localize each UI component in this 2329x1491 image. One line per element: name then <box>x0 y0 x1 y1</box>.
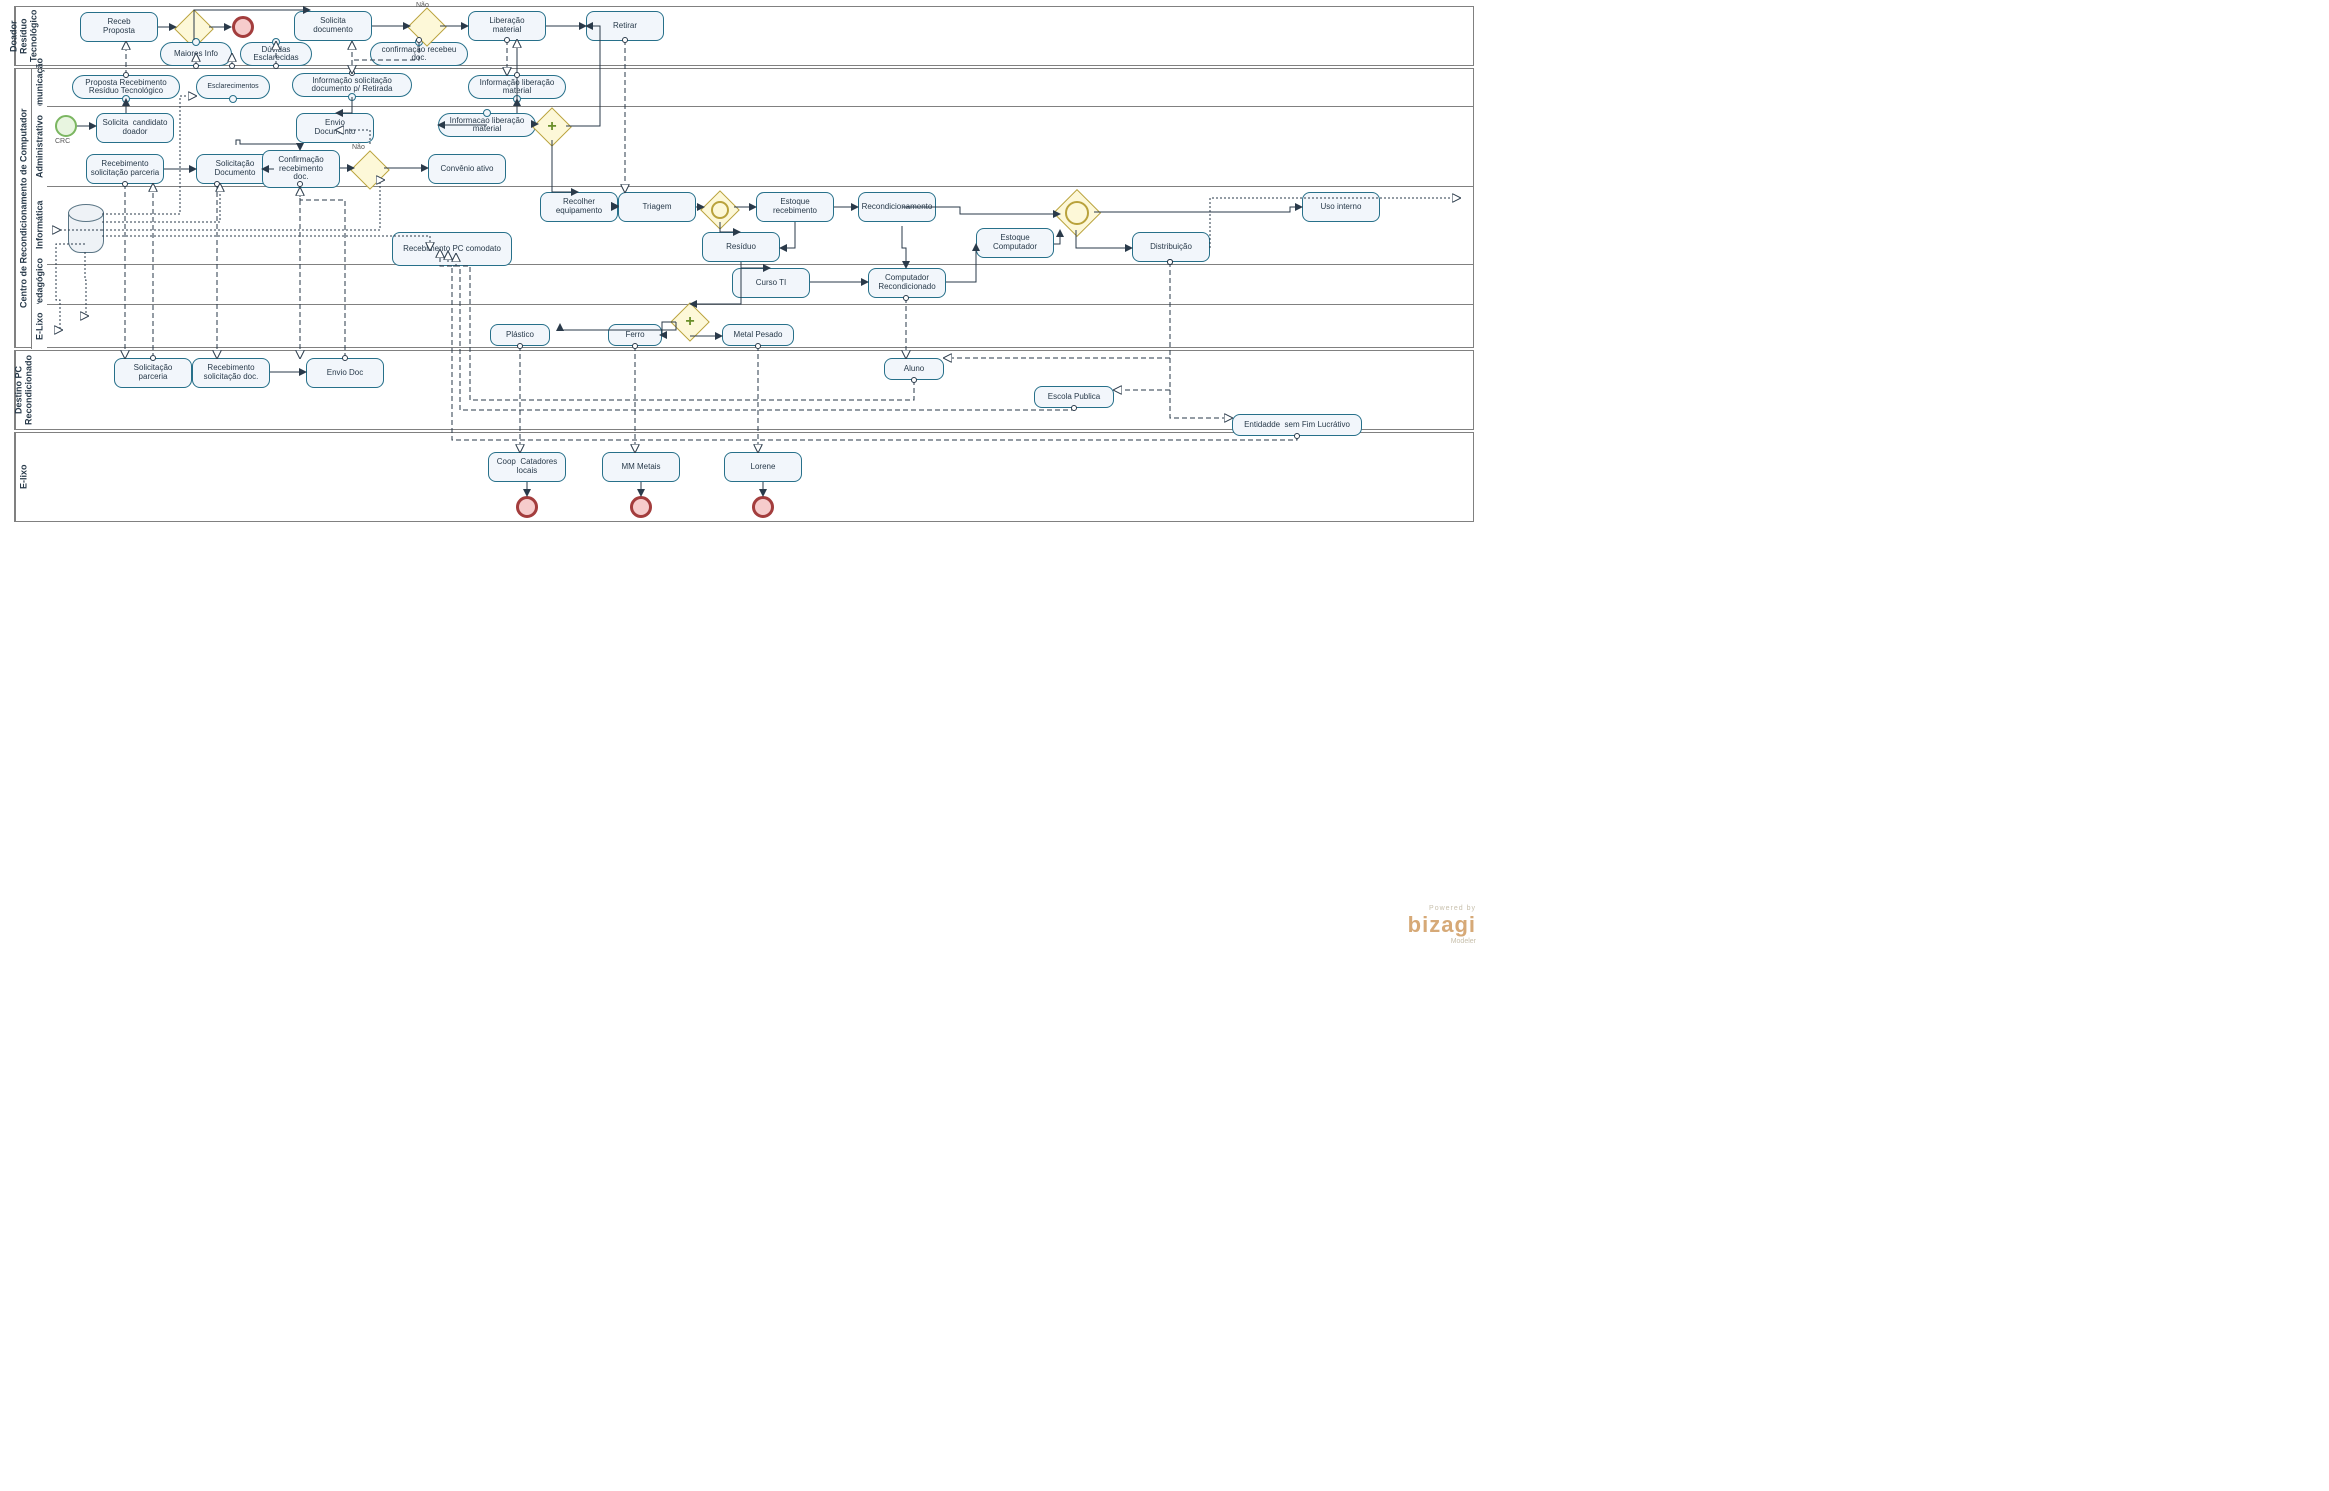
task-comp-recond: Computador Recondicionado <box>868 268 946 298</box>
msg-duvidas: Dúvidas Esclarecidas <box>240 42 312 66</box>
task-solicita-candidato: Solicita candidato doador <box>96 113 174 143</box>
label-nao-top: Não <box>416 2 429 9</box>
lane-elixo-title: E-Lixo <box>31 304 47 349</box>
watermark-brand: bizagi <box>1408 912 1476 938</box>
task-metal-pesado: Metal Pesado <box>722 324 794 346</box>
lane-sep <box>47 106 1473 107</box>
lane-sep <box>47 264 1473 265</box>
event-end-coop <box>516 496 538 518</box>
msg-info-lib-mat: Informação liberação material <box>468 75 566 99</box>
pool-crc: Centro de Recondicionamento de Computado… <box>14 68 1474 348</box>
task-coop: Coop Catadores locais <box>488 452 566 482</box>
task-uso-interno: Uso interno <box>1302 192 1380 222</box>
task-aluno: Aluno <box>884 358 944 380</box>
task-receb-proposta: Receb Proposta <box>80 12 158 42</box>
msg-conf-receb-top: confirmação recebeu doc. <box>370 42 468 66</box>
event-end-1 <box>232 16 254 38</box>
label-crc: CRC <box>55 138 70 145</box>
event-end-mm <box>630 496 652 518</box>
pool-doador-title: Doador Resíduo Tecnológico <box>15 7 31 65</box>
task-residuo: Resíduo <box>702 232 780 262</box>
task-receb-pc-comodato: Recebimento PC comodato <box>392 232 512 266</box>
task-receb-solic-parceria: Recebimento solicitação parceria <box>86 154 164 184</box>
task-envio-doc2: Envio Doc <box>306 358 384 388</box>
task-triagem: Triagem <box>618 192 696 222</box>
task-retirar: Retirar <box>586 11 664 41</box>
watermark: Powered by bizagi Modeler <box>1408 905 1476 945</box>
task-conf-receb-doc: Confirmação recebimento doc. <box>262 150 340 188</box>
msg-info-lib-mat2: Informacao liberação material <box>438 113 536 137</box>
task-estoque-comp: Estoque Computador <box>976 228 1054 258</box>
task-receb-sol-doc: Recebimento solicitação doc. <box>192 358 270 388</box>
bpmn-diagram-canvas: Doador Resíduo Tecnológico Centro de Rec… <box>0 0 1488 953</box>
task-envio-doc: Envio Documento <box>296 113 374 143</box>
watermark-sub: Modeler <box>1408 938 1476 945</box>
task-plastico: Plástico <box>490 324 550 346</box>
pool-destino-title: Destino PC Recondicionado <box>15 351 31 429</box>
task-lib-material: Liberação material <box>468 11 546 41</box>
pool-elixo2-title: E-lixo <box>15 433 31 521</box>
event-end-lorene <box>752 496 774 518</box>
watermark-poweredby: Powered by <box>1408 905 1476 912</box>
label-nao-mid: Não <box>352 144 365 151</box>
msg-esclarecimentos: Esclarecimentos <box>196 75 270 99</box>
task-recond: Recondicionamento <box>858 192 936 222</box>
lane-informatica-title: Informática <box>31 186 47 264</box>
task-mm-metais: MM Metais <box>602 452 680 482</box>
lane-administrativo-title: Administrativo <box>31 106 47 186</box>
lane-sep <box>47 304 1473 305</box>
msg-maiores-info: Maiores Info <box>160 42 232 66</box>
lane-pedagogico-title: Pedagógico <box>31 264 47 304</box>
task-curso-ti: Curso TI <box>732 268 810 298</box>
task-recolher: Recolher equipamento <box>540 192 618 222</box>
task-sol-parceria: Solicitação parceria <box>114 358 192 388</box>
msg-info-solic-doc: Informação solicitação documento p/ Reti… <box>292 73 412 97</box>
task-solicita-doc-top: Solicita documento <box>294 11 372 41</box>
pool-crc-title: Centro de Recondicionamento de Computado… <box>15 69 31 347</box>
lane-comunicacao-title: Comunicação <box>31 69 47 106</box>
task-ferro: Ferro <box>608 324 662 346</box>
task-escola: Escola Publica <box>1034 386 1114 408</box>
task-distrib: Distribuição <box>1132 232 1210 262</box>
lane-sep <box>47 186 1473 187</box>
task-lorene: Lorene <box>724 452 802 482</box>
task-estoque-receb: Estoque recebimento <box>756 192 834 222</box>
msg-proposta-receb: Proposta Recebimento Resíduo Tecnológico <box>72 75 180 99</box>
task-convenio: Convênio ativo <box>428 154 506 184</box>
event-start-crc <box>55 115 77 137</box>
task-entidade: Entidadde sem Fim Lucrátivo <box>1232 414 1362 436</box>
pool-doador: Doador Resíduo Tecnológico <box>14 6 1474 66</box>
data-store <box>68 212 104 253</box>
